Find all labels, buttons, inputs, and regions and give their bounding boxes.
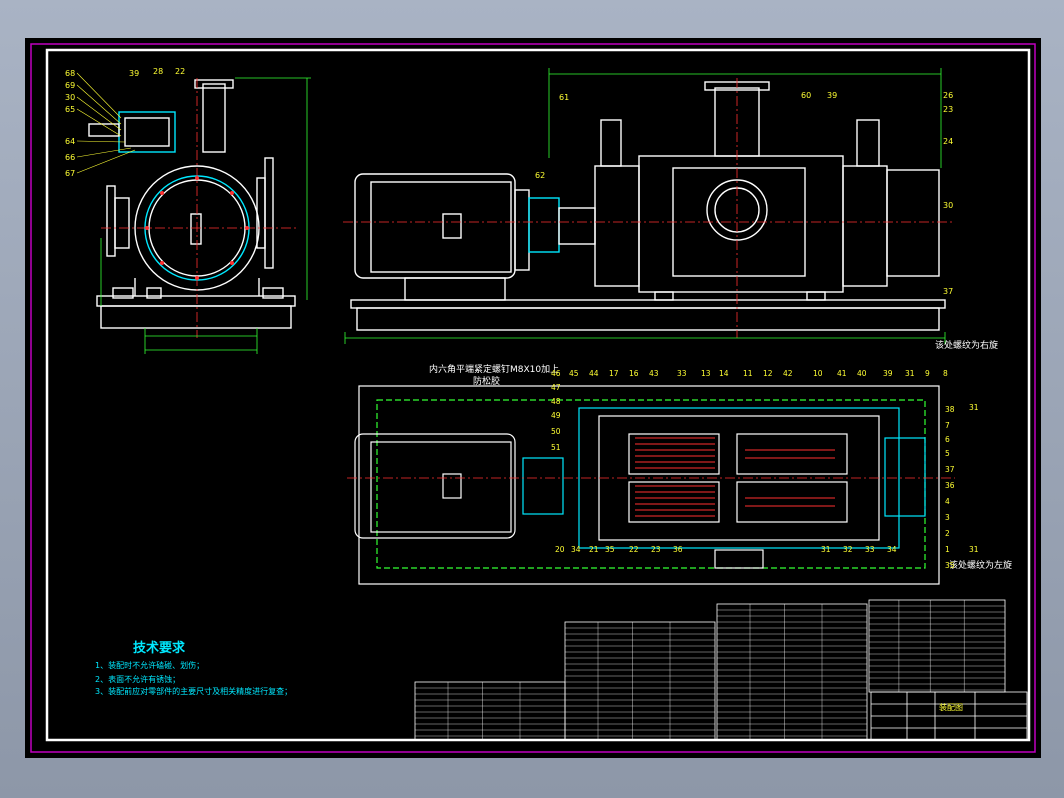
svg-text:26: 26 (943, 91, 953, 100)
svg-text:1: 1 (945, 545, 950, 554)
svg-text:28: 28 (153, 67, 163, 76)
svg-text:2: 2 (945, 529, 950, 538)
svg-text:内六角平端紧定螺钉M8X10加上: 内六角平端紧定螺钉M8X10加上 (429, 363, 559, 375)
svg-text:46: 46 (551, 369, 561, 378)
svg-text:16: 16 (629, 369, 639, 378)
svg-text:66: 66 (65, 153, 75, 162)
svg-text:9: 9 (925, 369, 930, 378)
svg-text:20: 20 (555, 545, 565, 554)
svg-text:该处螺纹为左旋: 该处螺纹为左旋 (949, 559, 1012, 571)
title-block (870, 691, 1028, 741)
svg-text:32: 32 (843, 545, 853, 554)
svg-text:防松胶: 防松胶 (473, 375, 500, 387)
svg-text:22: 22 (629, 545, 639, 554)
svg-text:48: 48 (551, 397, 561, 406)
svg-text:61: 61 (559, 93, 569, 102)
svg-text:38: 38 (945, 405, 955, 414)
svg-text:68: 68 (65, 69, 75, 78)
svg-text:36: 36 (945, 481, 955, 490)
drawing-canvas: 68 39 28 22 69 30 65 64 66 67 61 62 60 3… (25, 38, 1041, 758)
tech-note-3: 3、装配前应对零部件的主要尺寸及相关精度进行复查； (95, 686, 292, 696)
svg-text:12: 12 (763, 369, 773, 378)
svg-text:21: 21 (589, 545, 599, 554)
svg-text:69: 69 (65, 81, 75, 90)
svg-text:50: 50 (551, 427, 561, 436)
tech-note-2: 2、表面不允许有锈蚀； (95, 674, 180, 684)
svg-text:39: 39 (883, 369, 893, 378)
svg-text:22: 22 (175, 67, 185, 76)
side-view-leaders (76, 72, 136, 174)
svg-text:5: 5 (945, 449, 950, 458)
svg-text:44: 44 (589, 369, 599, 378)
front-view-labels: 61 62 60 39 26 23 24 30 37 (535, 91, 953, 296)
cad-drawing: 68 39 28 22 69 30 65 64 66 67 61 62 60 3… (30, 43, 1036, 753)
svg-text:10: 10 (813, 369, 823, 378)
svg-text:33: 33 (865, 545, 875, 554)
svg-text:8: 8 (943, 369, 948, 378)
front-view-dimensions (344, 68, 946, 344)
svg-text:17: 17 (609, 369, 619, 378)
svg-text:67: 67 (65, 169, 75, 178)
side-view-dimensions (100, 77, 311, 354)
svg-text:37: 37 (943, 287, 953, 296)
tech-notes-title: 技术要求 (133, 640, 186, 656)
svg-text:31: 31 (905, 369, 915, 378)
tech-note-1: 1、装配时不允许磕碰、划伤； (95, 660, 204, 670)
svg-text:23: 23 (943, 105, 953, 114)
tech-notes: 技术要求 1、装配时不允许磕碰、划伤； 2、表面不允许有锈蚀； 3、装配前应对零… (95, 640, 292, 696)
drawing-frame (45, 48, 1031, 742)
svg-text:64: 64 (65, 137, 75, 146)
svg-text:35: 35 (605, 545, 615, 554)
svg-text:4: 4 (945, 497, 950, 506)
section-hatching (635, 437, 835, 517)
svg-text:31: 31 (821, 545, 831, 554)
svg-text:65: 65 (65, 105, 75, 114)
svg-text:6: 6 (945, 435, 950, 444)
front-view (350, 81, 946, 331)
front-view-centerlines (343, 78, 955, 338)
svg-text:39: 39 (827, 91, 837, 100)
svg-text:36: 36 (673, 545, 683, 554)
svg-text:49: 49 (551, 411, 561, 420)
svg-text:23: 23 (651, 545, 661, 554)
svg-text:该处螺纹为右旋: 该处螺纹为右旋 (935, 339, 998, 351)
svg-text:47: 47 (551, 383, 561, 392)
svg-text:39: 39 (129, 69, 139, 78)
svg-text:43: 43 (649, 369, 659, 378)
side-view-centerlines (101, 78, 297, 338)
svg-text:42: 42 (783, 369, 793, 378)
svg-text:60: 60 (801, 91, 811, 100)
svg-text:24: 24 (943, 137, 953, 146)
svg-text:51: 51 (551, 443, 561, 452)
svg-text:34: 34 (571, 545, 581, 554)
section-view (354, 385, 940, 585)
svg-text:30: 30 (943, 201, 953, 210)
svg-text:41: 41 (837, 369, 847, 378)
svg-text:35: 35 (945, 561, 955, 570)
parts-list-rows (415, 600, 1005, 740)
svg-text:62: 62 (535, 171, 545, 180)
svg-text:3: 3 (945, 513, 950, 522)
svg-text:33: 33 (677, 369, 687, 378)
svg-text:37: 37 (945, 465, 955, 474)
svg-text:34: 34 (887, 545, 897, 554)
title-block-name: 装配图 (939, 702, 963, 712)
svg-text:30: 30 (65, 93, 75, 102)
svg-text:13: 13 (701, 369, 711, 378)
svg-text:31: 31 (969, 545, 979, 554)
svg-text:40: 40 (857, 369, 867, 378)
svg-text:14: 14 (719, 369, 729, 378)
svg-text:11: 11 (743, 369, 753, 378)
svg-text:31: 31 (969, 403, 979, 412)
svg-text:7: 7 (945, 421, 950, 430)
svg-text:45: 45 (569, 369, 579, 378)
